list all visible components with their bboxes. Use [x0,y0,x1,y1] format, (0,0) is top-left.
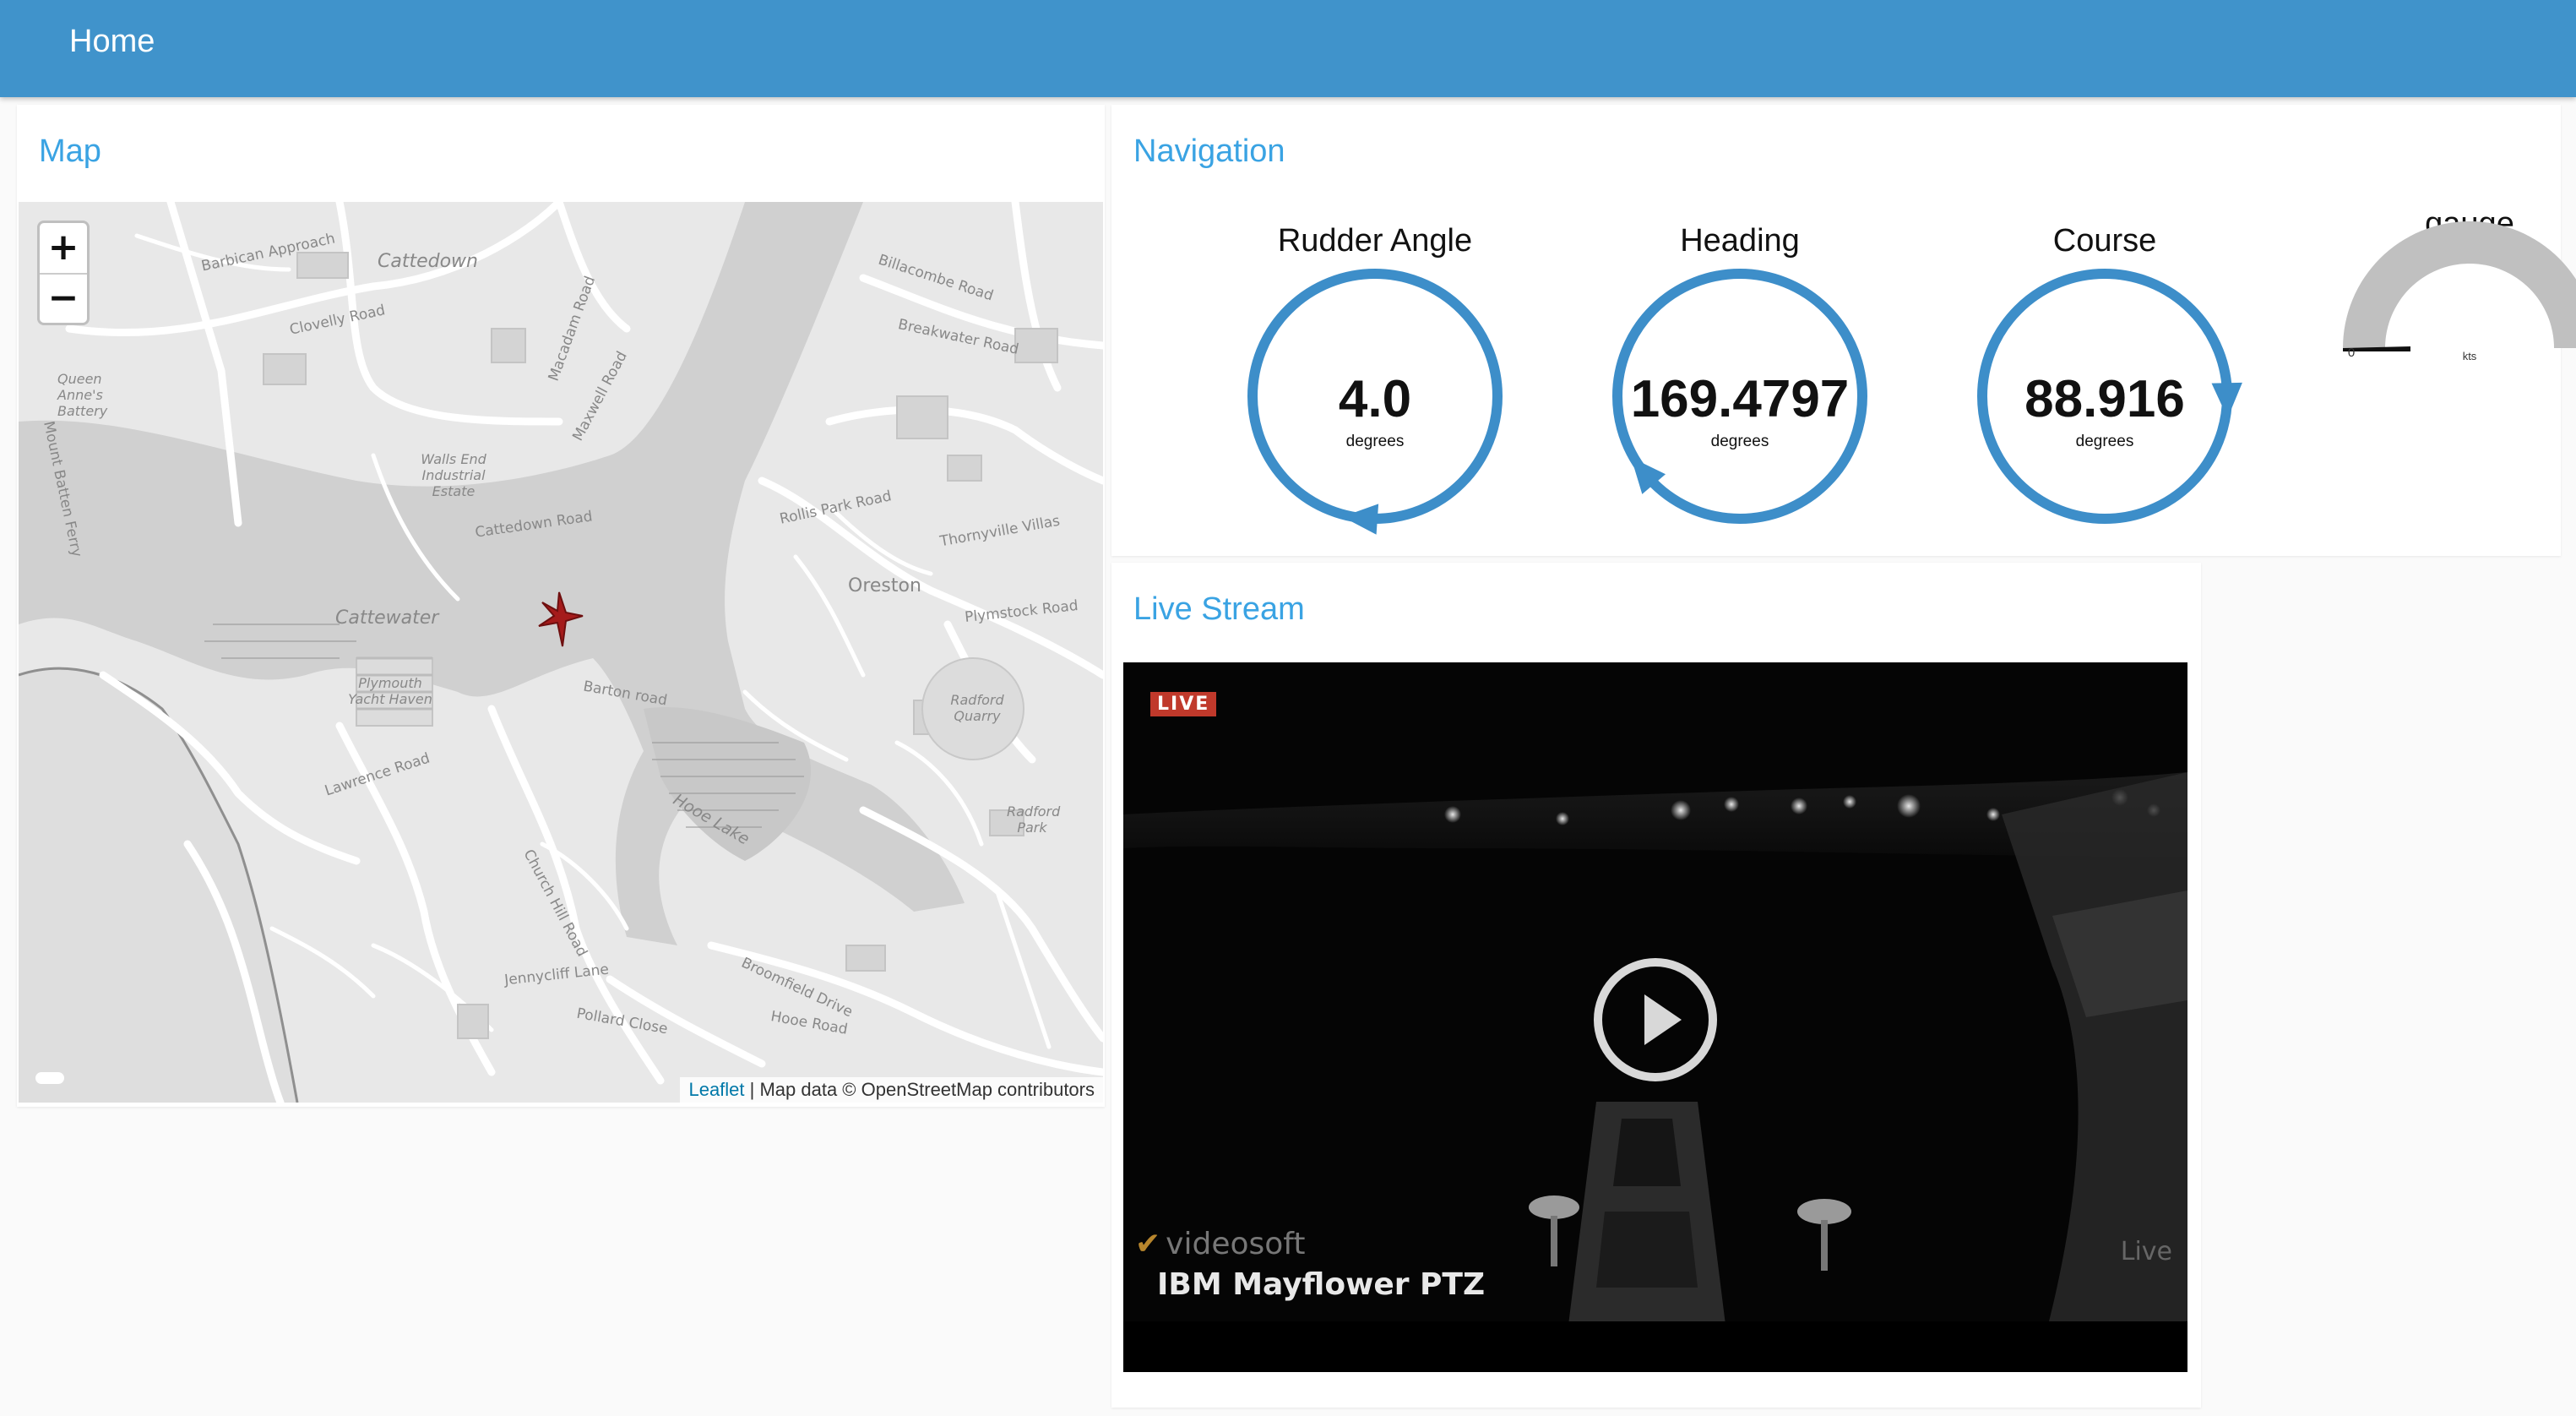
map-attribution: Leaflet | Map data © OpenStreetMap contr… [680,1077,1103,1103]
gauge-unit: degrees [1345,433,1405,450]
attribution-text: | Map data © OpenStreetMap contributors [744,1079,1095,1100]
map-label-radford-park: Radford Park [1007,803,1061,836]
camera-name: IBM Mayflower PTZ [1157,1267,1486,1302]
rudder-angle-gauge: Rudder Angle 4.0 degrees [1206,223,1544,561]
speed-min-label: 0 [2348,346,2355,360]
map-label-queen-annes: Queen Anne's Battery [57,371,108,419]
map-label-plymouth-yacht: Plymouth Yacht Haven [348,675,432,707]
gauge-value: 88.916 [2024,370,2185,428]
map-label-radford-quarry: Radford Quarry [950,692,1004,724]
map-card: Map Cattedown Cattewater Oreston Clovell… [17,105,1105,1107]
gauge-value: 4.0 [1338,370,1412,428]
zoom-control: + − [37,221,90,325]
live-stream-card: Live Stream LIVE ✔ videosoft Live IBM Ma… [1111,563,2201,1408]
speed-arc: 0 10 kts [2343,221,2576,362]
map-label-cattedown: Cattedown [378,251,478,272]
play-icon [1644,994,1682,1045]
video-player[interactable]: LIVE ✔ videosoft Live IBM Mayflower PTZ [1123,662,2187,1372]
map-label-cattewater: Cattewater [335,607,439,629]
map-label-oreston: Oreston [848,575,921,596]
navigation-card: Navigation Rudder Angle 4.0 degrees Head… [1111,105,2576,556]
navigation-card-title: Navigation [1133,133,1285,169]
zoom-out-button[interactable]: − [40,274,87,324]
videosoft-logo: ✔ videosoft [1135,1227,1305,1261]
gauge-value: 169.4797 [1630,370,1850,428]
map-card-title: Map [39,133,101,169]
live-badge: LIVE [1150,692,1217,716]
top-bar: Home [0,0,2576,97]
leaflet-link[interactable]: Leaflet [688,1079,744,1100]
course-gauge: Course 88.916 degrees [1936,223,2274,561]
speed-arc-track [2343,221,2576,348]
live-watermark: Live [2120,1237,2172,1266]
speed-unit-label: kts [2463,350,2477,362]
play-button[interactable] [1594,958,1717,1081]
videosoft-logo-text: videosoft [1166,1227,1306,1261]
map-label-walls-end: Walls End Industrial Estate [421,451,486,499]
gauge-unit: degrees [2075,433,2134,450]
speed-gauge: gauge 0 10 kts [2301,206,2576,544]
gauge-unit: degrees [1710,433,1769,450]
zoom-in-button[interactable]: + [40,223,87,275]
compass-pointer [1342,504,1379,535]
page-title[interactable]: Home [69,24,155,60]
map-view[interactable]: Cattedown Cattewater Oreston Clovelly Ro… [19,202,1103,1103]
heading-gauge: Heading 169.4797 degrees [1571,223,1909,561]
live-stream-card-title: Live Stream [1133,591,1305,627]
videosoft-logo-icon: ✔ [1135,1227,1161,1261]
